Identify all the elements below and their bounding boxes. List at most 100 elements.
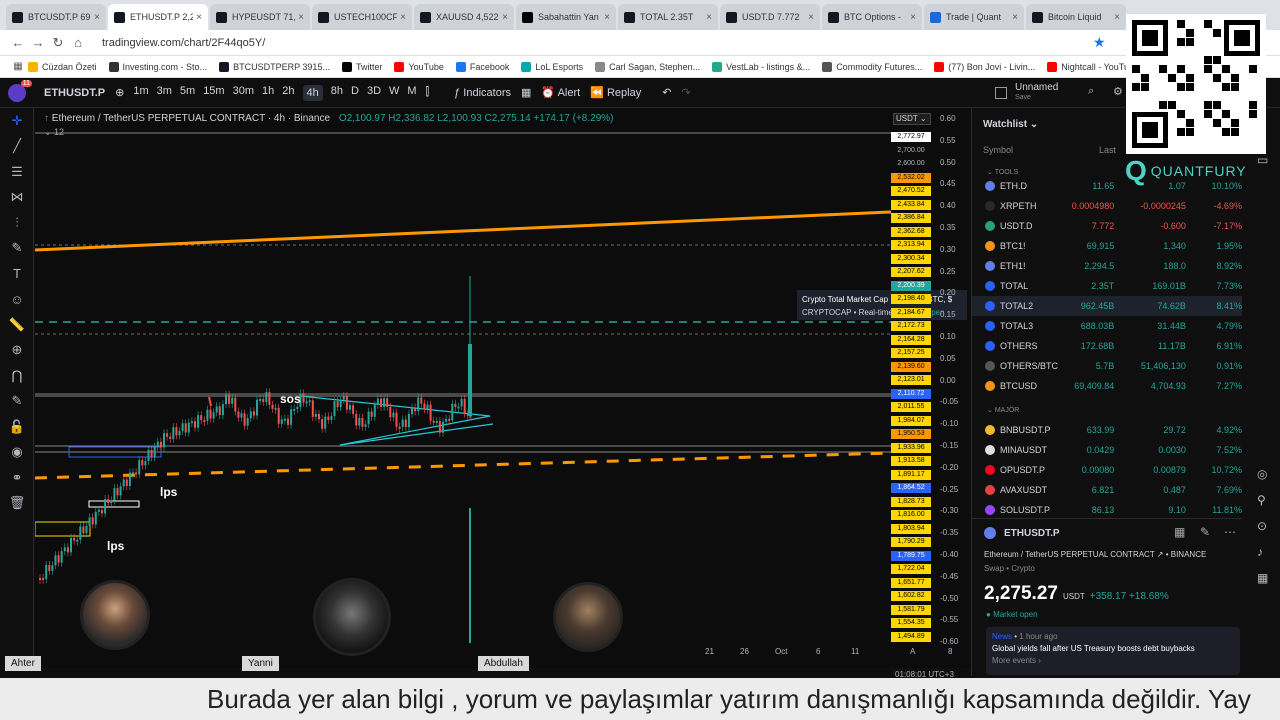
watchlist-row-total[interactable]: TOTAL 2.35T 169.01B 7.73% [972,276,1242,296]
close-tab-icon[interactable]: × [94,12,100,23]
interval-5m[interactable]: 5m [180,85,195,101]
zoom-icon[interactable]: ⊕ [0,338,34,364]
browser-tab[interactable]: HYPEUSDT 71, × [210,4,310,30]
news-card[interactable]: News • 1 hour ago Global yields fall aft… [986,627,1240,675]
settings-icon[interactable]: ⚙ [1113,85,1123,98]
bookmark-item[interactable]: YouTube [394,61,444,72]
browser-tab[interactable]: TOTAL 2.35T × [618,4,718,30]
watchlist-row-btc1-[interactable]: BTC1! 69,915 1,340 1.95% [972,236,1242,256]
layout-menu[interactable]: Unnamed Save [995,83,1058,103]
bookmark-item[interactable]: LoL Esports [521,61,583,72]
browser-tab[interactable]: BTC Options - × [822,4,922,30]
watchlist-title[interactable]: Watchlist ⌄ [983,119,1038,130]
close-tab-icon[interactable]: × [604,12,610,23]
interval-1h[interactable]: 1h [262,85,274,101]
browser-tab[interactable]: Bitcoin Liquid × [1026,4,1126,30]
news-more[interactable]: More events [992,656,1036,665]
close-tab-icon[interactable]: × [808,12,814,23]
legend-arrow-icon[interactable]: ↑ [44,113,52,124]
close-tab-icon[interactable]: × [196,12,202,23]
bookmark-item[interactable]: Investing.com - Sto... [108,61,207,72]
crosshair-icon[interactable]: ✛ [0,108,34,134]
compare-icon[interactable]: ⊕ [115,86,124,99]
search-icon[interactable]: ⌕ [1088,85,1094,98]
watchlist-row-btcusd[interactable]: BTCUSD 69,409.84 4,704.93 7.27% [972,376,1242,396]
indicator-count[interactable]: ⌄ 12 [44,127,613,138]
edit-icon[interactable]: ✎ [1200,525,1210,539]
ruler-icon[interactable]: 📏 [0,312,34,338]
lock-drawing-icon[interactable]: ✎ [0,389,34,415]
browser-tab[interactable]: BTCUSDT.P 69, × [6,4,106,30]
interval-W[interactable]: W [389,85,399,101]
interval-3m[interactable]: 3m [157,85,172,101]
watchlist-row-usdt-d[interactable]: USDT.D 7.772 -0.600 -7.17% [972,216,1242,236]
indicators-button[interactable]: ƒ Indicators [454,87,511,99]
user-avatar[interactable]: 11 [8,79,32,102]
grid-icon[interactable]: ▦ [1174,525,1185,539]
redo-icon[interactable]: ↷ [681,86,690,99]
bookmark-item[interactable]: Facebook [455,61,509,72]
close-tab-icon[interactable]: × [502,12,508,23]
eye-icon[interactable]: ◉ [0,440,34,466]
interval-15m[interactable]: 15m [203,85,224,101]
close-tab-icon[interactable]: × [1012,12,1018,23]
browser-tab[interactable]: USTECH100CF × [312,4,412,30]
forward-icon[interactable]: → [28,35,48,50]
interval-2h[interactable]: 2h [282,85,294,101]
ideas-icon[interactable]: ⚲ [1257,493,1277,507]
lock-icon[interactable]: 🔓 [0,414,34,440]
section-tools[interactable]: ⌄ TOOLS [987,168,1018,176]
column-last[interactable]: Last [1099,145,1116,155]
reload-icon[interactable]: ↻ [48,35,68,51]
browser-tab[interactable]: XAUUSD 4,522 × [414,4,514,30]
magnet-icon[interactable]: ⋂ [0,363,34,389]
forecast-icon[interactable]: ⫶ [0,210,34,236]
section-major[interactable]: ⌄ MAJÖR [987,406,1019,414]
auto-scale-button[interactable]: A [910,647,915,656]
watchlist-row-others[interactable]: OTHERS 172.68B 11.17B 6.91% [972,336,1242,356]
bookmark-item[interactable]: Twitter [341,61,382,72]
interval-3D[interactable]: 3D [367,85,381,101]
browser-tab[interactable]: Sabahattin Yan × [516,4,616,30]
chat-icon[interactable]: ▭ [1257,153,1277,167]
column-symbol[interactable]: Symbol [983,145,1013,155]
interval-8h[interactable]: 8h [331,85,343,101]
interval-4h[interactable]: 4h [302,84,323,101]
back-icon[interactable]: ← [8,35,28,50]
trend-line-icon[interactable]: ╱ [0,134,34,160]
close-tab-icon[interactable]: × [298,12,304,23]
alert-button[interactable]: ⏰ Alert [541,86,580,99]
symbol-search[interactable]: ETHUSDT.P [44,87,105,99]
interval-D[interactable]: D [351,85,359,101]
notifications-icon[interactable]: ♪ [1257,545,1277,559]
browser-tab[interactable]: Trade | Quant × [924,4,1024,30]
link-icon[interactable]: ⚭ [0,465,34,491]
close-tab-icon[interactable]: × [400,12,406,23]
close-tab-icon[interactable]: × [910,12,916,23]
watchlist-row-opusdt-p[interactable]: OPUSDT.P 0.09080 0.00879 10.72% [972,460,1242,480]
watchlist-row-eth1-[interactable]: ETH1! 2,294.5 188.0 8.92% [972,256,1242,276]
watchlist-row-total3[interactable]: TOTAL3 688.03B 31.44B 4.79% [972,316,1242,336]
price-axis[interactable]: 2,772.97 2,700.00 2,600.00 2,532.02 2,470.52… [891,108,934,658]
bookmark-item[interactable]: Cüzdan Özeti [28,61,97,72]
watchlist-row-xrpeth[interactable]: XRPETH 0.0004980 -0.0000245 -4.69% [972,196,1242,216]
watchlist-row-total2[interactable]: TOTAL2 962.45B 74.62B 8.41% [972,296,1242,316]
replay-button[interactable]: ⏪ Replay [590,86,641,99]
emoji-icon[interactable]: ☺ [0,287,34,313]
chart-pane[interactable] [35,108,970,668]
bookmark-item[interactable]: (77) Bon Jovi - Livin... [934,61,1035,72]
brush-icon[interactable]: ✎ [0,236,34,262]
help-icon[interactable]: ▦ [1257,571,1277,585]
chart-type-icon[interactable]: ⫿ [426,86,430,99]
browser-tab[interactable]: ETHUSDT.P 2,2 × [108,4,208,30]
bookmark-item[interactable]: Commodity Futures... [822,61,922,72]
fib-icon[interactable]: ☰ [0,159,34,185]
apps-icon[interactable]: ▦ [8,61,28,72]
trash-icon[interactable]: 🗑 [0,491,34,517]
pattern-icon[interactable]: ⋈ [0,185,34,211]
text-icon[interactable]: T [0,261,34,287]
bookmark-item[interactable]: Carl Sagan, Stephen... [595,61,700,72]
watchlist-row-minausdt[interactable]: MINAUSDT 0.0429 0.0030 7.52% [972,440,1242,460]
bookmark-item[interactable]: VestLab - listings &... [712,61,810,72]
bookmark-star-icon[interactable]: ★ [1093,34,1106,51]
